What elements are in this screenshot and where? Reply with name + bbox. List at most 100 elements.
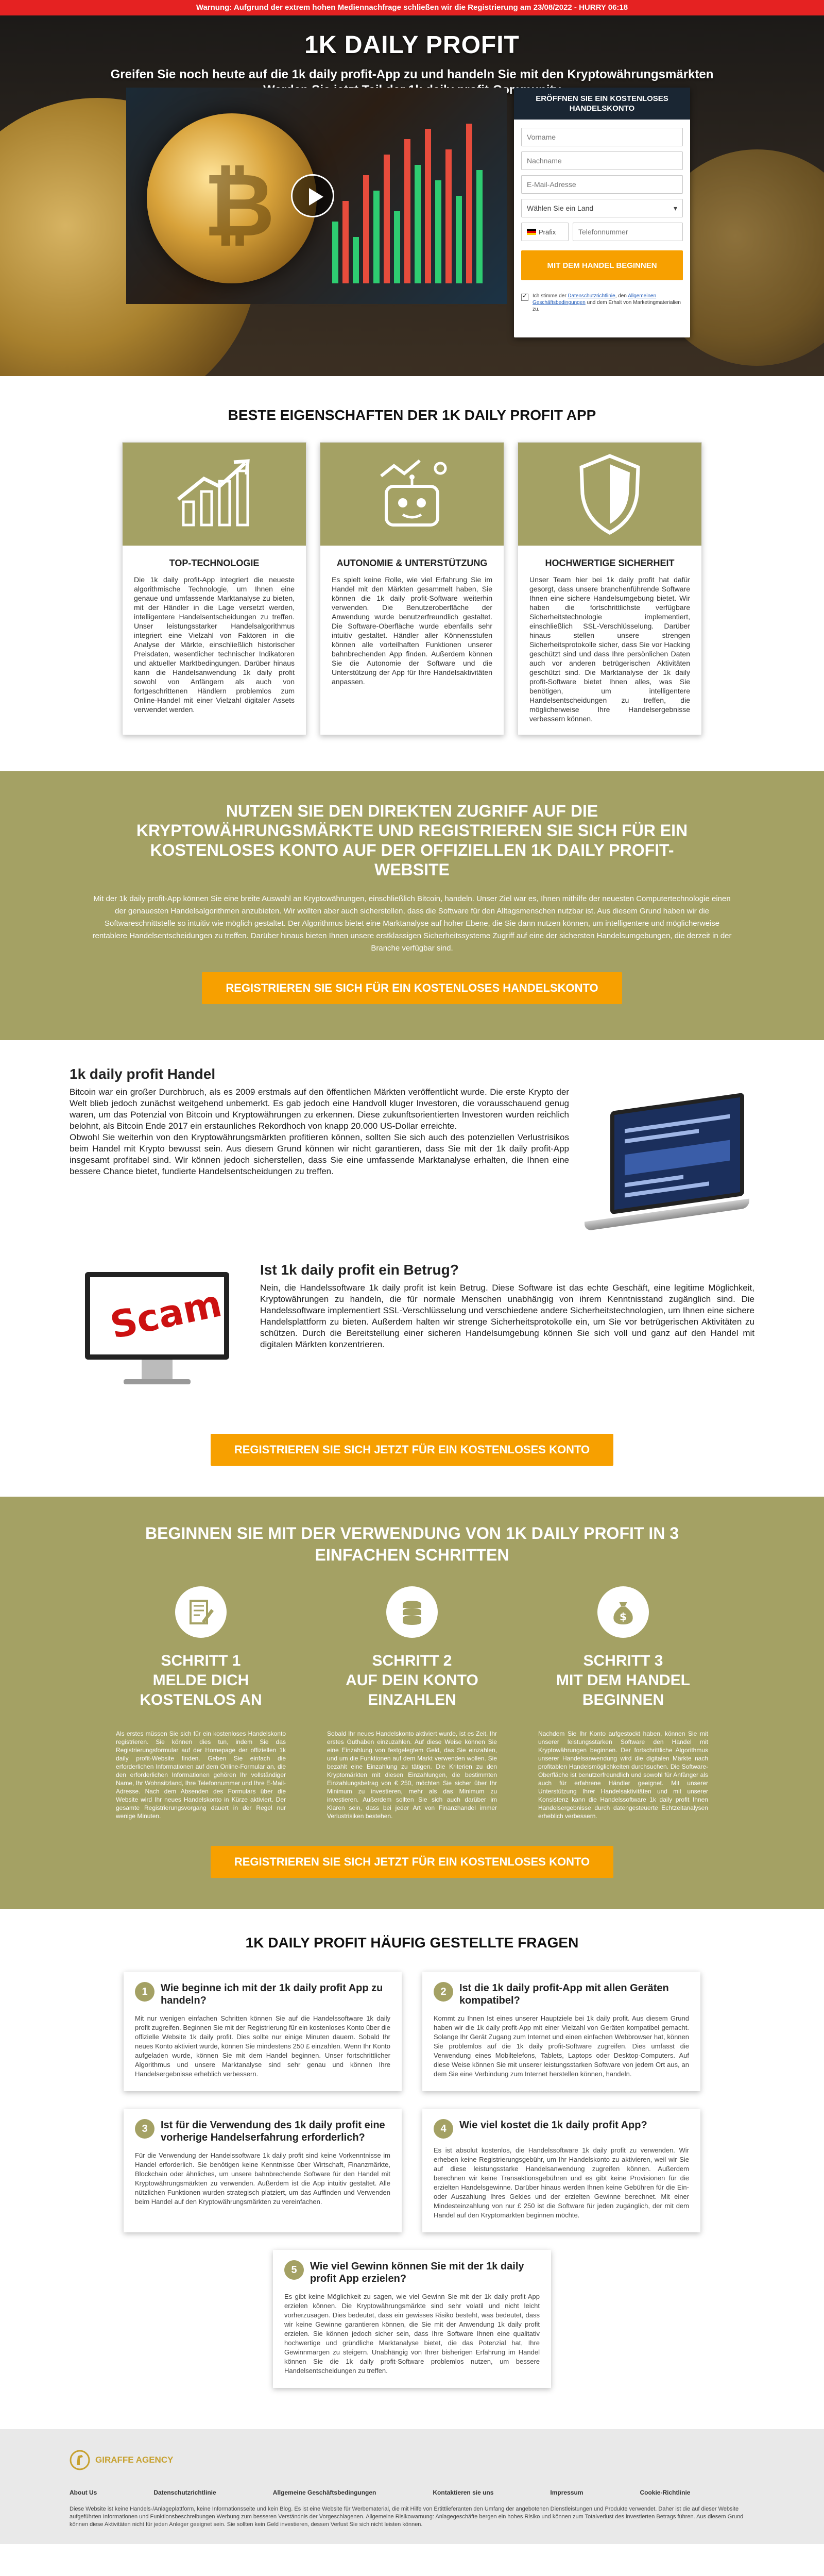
- faq-title: 1K DAILY PROFIT HÄUFIG GESTELLTE FRAGEN: [245, 1935, 579, 1951]
- footer: GIRAFFE AGENCY About Us Datenschutzricht…: [0, 2429, 824, 2544]
- signup-form-header: ERÖFFNEN SIE EIN KOSTENLOSES HANDELSKONT…: [514, 88, 690, 120]
- feature-image: [320, 443, 504, 546]
- feature-card-autonomy: AUTONOMIE & UNTERSTÜTZUNG Es spielt kein…: [320, 442, 504, 735]
- hero-section: 1K DAILY PROFIT Greifen Sie noch heute a…: [0, 15, 824, 376]
- bitcoin-symbol: ₿: [203, 155, 275, 257]
- feature-text: Unser Team hier bei 1k daily profit hat …: [529, 575, 690, 723]
- money-bag-icon: $: [613, 1602, 633, 1624]
- faq-number-badge: 1: [135, 1982, 154, 2002]
- privacy-policy-link[interactable]: Datenschutzrichtlinie: [568, 293, 615, 299]
- consent-checkbox[interactable]: [521, 293, 528, 301]
- footer-link-cookies[interactable]: Cookie-Richtlinie: [640, 2489, 690, 2496]
- scam-word: Scam: [106, 1281, 226, 1347]
- step-text: Nachdem Sie Ihr Konto aufgestockt haben,…: [538, 1730, 708, 1820]
- feature-title: TOP-TECHNOLOGIE: [169, 558, 260, 568]
- footer-link-terms[interactable]: Allgemeine Geschäftsbedingungen: [273, 2489, 376, 2496]
- step-3: $ SCHRITT 3 MIT DEM HANDEL BEGINNEN Nach…: [538, 1586, 708, 1820]
- step-title: SCHRITT 2 AUF DEIN KONTO EINZAHLEN: [346, 1652, 478, 1708]
- faq-question: Wie viel Gewinn können Sie mit der 1k da…: [310, 2261, 524, 2284]
- step-title: SCHRITT 1 MELDE DICH KOSTENLOS AN: [140, 1652, 262, 1708]
- logo-text: GIRAFFE AGENCY: [95, 2455, 174, 2465]
- growth-chart-icon: [177, 459, 250, 527]
- scam-text: Nein, die Handelssoftware 1k daily profi…: [260, 1283, 754, 1349]
- register-now-button-steps[interactable]: REGISTRIEREN SIE SICH JETZT FÜR EIN KOST…: [210, 1846, 614, 1878]
- trading-title: 1k daily profit Handel: [70, 1066, 216, 1082]
- last-name-input[interactable]: [521, 151, 683, 170]
- phone-input[interactable]: [573, 223, 683, 241]
- scam-block: Scam Ist 1k daily profit ein Betrug? Nei…: [70, 1262, 754, 1396]
- feature-title: HOCHWERTIGE SICHERHEIT: [545, 558, 675, 568]
- faq-question: Wie beginne ich mit der 1k daily profit …: [161, 1982, 383, 2006]
- step-text: Als erstes müssen Sie sich für ein koste…: [116, 1730, 286, 1820]
- steps-title: BEGINNEN SIE MIT DER VERWENDUNG VON 1K D…: [145, 1524, 679, 1564]
- first-name-input[interactable]: [521, 128, 683, 146]
- shield-icon: [579, 454, 640, 535]
- hero-title: 1K DAILY PROFIT: [304, 31, 520, 59]
- step-icon-wrap: [386, 1586, 438, 1638]
- faq-item: 5 Wie viel Gewinn können Sie mit der 1k d…: [273, 2250, 551, 2388]
- feature-card-technology: TOP-TECHNOLOGIE Die 1k daily profit-App …: [122, 442, 306, 735]
- play-icon[interactable]: [291, 174, 334, 217]
- steps-section: BEGINNEN SIE MIT DER VERWENDUNG VON 1K D…: [0, 1497, 824, 1909]
- laptop-image: [585, 1092, 754, 1246]
- trading-text: Bitcoin war ein großer Durchbruch, als e…: [70, 1087, 569, 1176]
- country-select-value: Wählen Sie ein Land: [527, 204, 594, 212]
- feature-text: Die 1k daily profit-App integriert die n…: [134, 575, 295, 714]
- phone-prefix-label: Präfix: [539, 228, 556, 236]
- feature-text: Es spielt keine Rolle, wie viel Erfahrun…: [332, 575, 492, 686]
- register-now-button[interactable]: REGISTRIEREN SIE SICH JETZT FÜR EIN KOST…: [210, 1434, 614, 1466]
- step-icon-wrap: $: [597, 1586, 649, 1638]
- access-title: NUTZEN SIE DEN DIREKTEN ZUGRIFF AUF DIE …: [136, 802, 688, 879]
- start-trading-button[interactable]: MIT DEM HANDEL BEGINNEN: [521, 250, 683, 280]
- phone-prefix-select[interactable]: Präfix: [521, 223, 569, 241]
- promo-video[interactable]: ₿: [126, 88, 507, 304]
- consent-row: Ich stimme der Datenschutzrichtlinie, de…: [521, 293, 683, 313]
- step-title: SCHRITT 3 MIT DEM HANDEL BEGINNEN: [556, 1652, 690, 1708]
- feature-card-security: HOCHWERTIGE SICHERHEIT Unser Team hier b…: [518, 442, 702, 735]
- faq-item: 3 Ist für die Verwendung des 1k daily pro…: [124, 2109, 402, 2232]
- footer-link-about[interactable]: About Us: [70, 2489, 97, 2496]
- faq-question: Ist für die Verwendung des 1k daily prof…: [161, 2120, 385, 2143]
- faq-question: Wie viel kostet die 1k daily profit App?: [459, 2120, 647, 2131]
- giraffe-logo-icon: [70, 2450, 90, 2470]
- features-section: BESTE EIGENSCHAFTEN DER 1K DAILY PROFIT …: [0, 376, 824, 771]
- faq-item: 2 Ist die 1k daily profit-App mit allen G…: [422, 1972, 700, 2091]
- faq-number-badge: 2: [434, 1982, 453, 2002]
- access-text: Mit der 1k daily profit-App können Sie e…: [92, 894, 732, 953]
- feature-title: AUTONOMIE & UNTERSTÜTZUNG: [336, 558, 488, 568]
- register-free-account-button[interactable]: REGISTRIEREN SIE SICH FÜR EIN KOSTENLOSE…: [202, 972, 622, 1004]
- consent-mid: , den: [615, 293, 627, 299]
- step-1: SCHRITT 1 MELDE DICH KOSTENLOS AN Als er…: [116, 1586, 286, 1820]
- feature-image: [123, 443, 306, 546]
- footer-links: About Us Datenschutzrichtlinie Allgemein…: [70, 2489, 754, 2496]
- email-input[interactable]: [521, 175, 683, 194]
- access-section: NUTZEN SIE DEN DIREKTEN ZUGRIFF AUF DIE …: [0, 771, 824, 1040]
- feature-image: [518, 443, 701, 546]
- country-select[interactable]: Wählen Sie ein Land ▾: [521, 199, 683, 217]
- svg-text:$: $: [620, 1611, 627, 1623]
- chevron-down-icon: ▾: [673, 204, 677, 212]
- coin-stack-icon: [403, 1601, 421, 1625]
- scam-monitor-image: Scam: [70, 1262, 245, 1396]
- step-2: SCHRITT 2 AUF DEIN KONTO EINZAHLEN Sobal…: [327, 1586, 497, 1820]
- hero-subtitle-line-1: Greifen Sie noch heute auf die 1k daily …: [110, 67, 714, 81]
- faq-item: 4 Wie viel kostet die 1k daily profit App…: [422, 2109, 700, 2232]
- faq-answer: Es gibt keine Möglichkeit zu sagen, wie …: [284, 2293, 540, 2375]
- footer-link-imprint[interactable]: Impressum: [550, 2489, 583, 2496]
- footer-link-contact[interactable]: Kontaktieren sie uns: [433, 2489, 493, 2496]
- warning-text: Warnung: Aufgrund der extrem hohen Medie…: [196, 3, 628, 12]
- signup-form: ERÖFFNEN SIE EIN KOSTENLOSES HANDELSKONT…: [514, 88, 690, 337]
- warning-bar: Warnung: Aufgrund der extrem hohen Medie…: [0, 0, 824, 15]
- footer-link-privacy[interactable]: Datenschutzrichtlinie: [153, 2489, 216, 2496]
- faq-number-badge: 3: [135, 2119, 154, 2139]
- faq-question: Ist die 1k daily profit-App mit allen Ge…: [459, 1982, 669, 2006]
- faq-section: 1K DAILY PROFIT HÄUFIG GESTELLTE FRAGEN …: [0, 1909, 824, 2429]
- faq-number-badge: 4: [434, 2119, 453, 2139]
- faq-number-badge: 5: [284, 2260, 304, 2280]
- faq-answer: Für die Verwendung der Handelssoftware 1…: [135, 2151, 390, 2206]
- consent-pre: Ich stimme der: [533, 293, 566, 299]
- consent-text: Ich stimme der Datenschutzrichtlinie, de…: [533, 293, 683, 313]
- giraffe-agency-logo[interactable]: GIRAFFE AGENCY: [70, 2450, 754, 2470]
- robot-chart-icon: [380, 459, 447, 527]
- signup-form-icon: [190, 1600, 214, 1624]
